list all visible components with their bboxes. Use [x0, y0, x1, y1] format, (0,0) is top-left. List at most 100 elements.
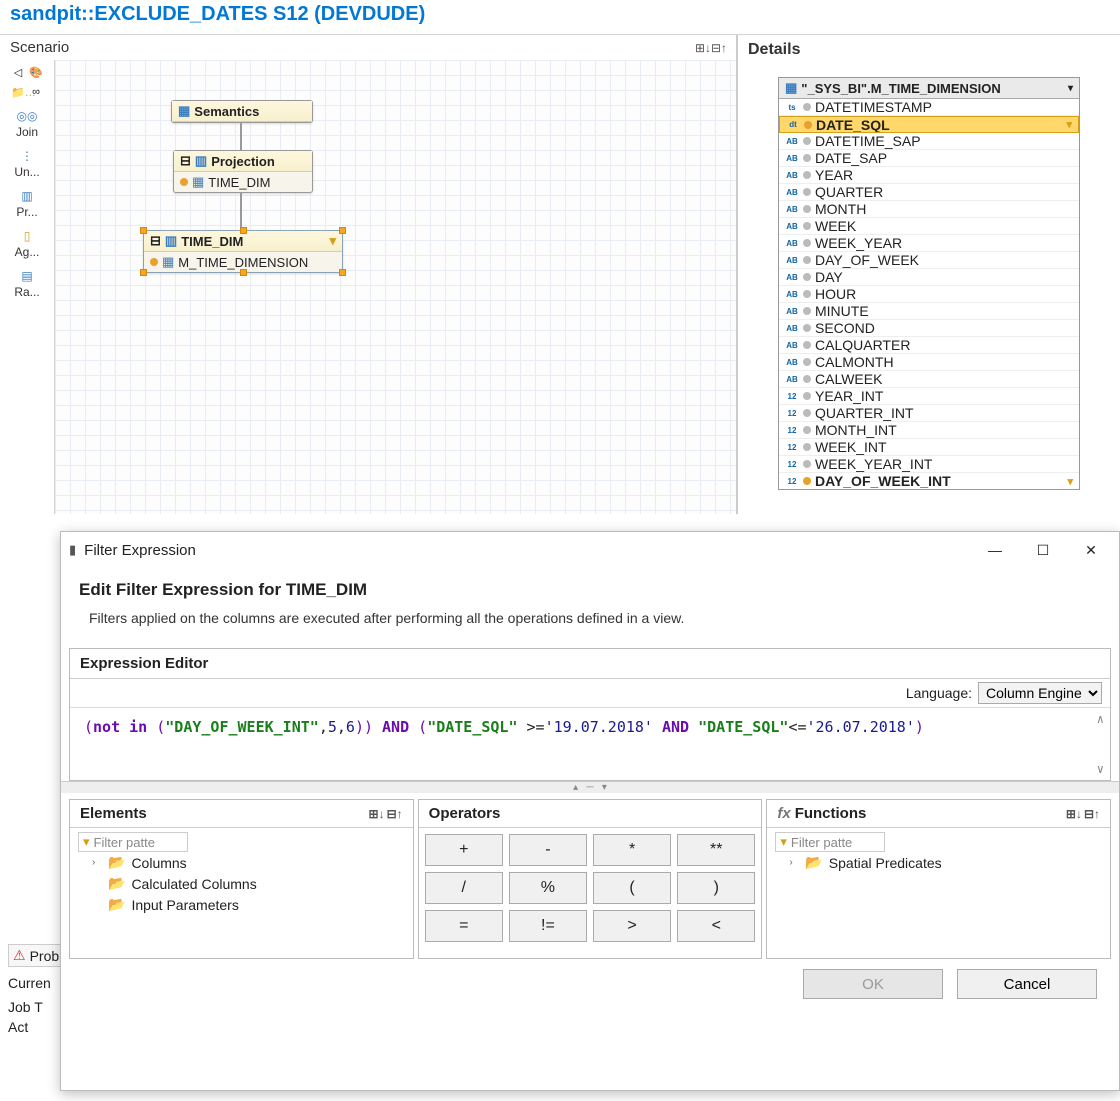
selection-handle[interactable]	[339, 269, 346, 276]
operator-button[interactable]: +	[425, 834, 503, 866]
column-list-header[interactable]: ▦ "_SYS_BI".M_TIME_DIMENSION ▾	[779, 78, 1079, 99]
gripper-handle[interactable]: ▴ ─ ▾	[573, 782, 607, 793]
column-row[interactable]: 12WEEK_YEAR_INT	[779, 456, 1079, 473]
node-timedim[interactable]: ⊟▥TIME_DIM▾ ▦M_TIME_DIMENSION	[143, 230, 343, 273]
folder-icon: 📂	[108, 896, 125, 913]
operator-button[interactable]: !=	[509, 910, 587, 942]
collapse-icon[interactable]: ⊟↑	[1084, 807, 1100, 821]
functions-filter-input[interactable]: ▾Filter patte	[775, 832, 885, 852]
language-select[interactable]: Column Engine	[978, 682, 1102, 704]
type-badge: AB	[785, 205, 799, 214]
scenario-canvas[interactable]: ▦Semantics ⊟▥Projection ▦TIME_DIM ⊟▥TIME…	[55, 60, 736, 514]
filter-placeholder: Filter patte	[94, 835, 155, 850]
operator-button[interactable]: /	[425, 872, 503, 904]
column-row[interactable]: ABDATE_SAP	[779, 150, 1079, 167]
cancel-button[interactable]: Cancel	[957, 969, 1097, 999]
column-name: MONTH_INT	[815, 422, 897, 438]
elements-filter-input[interactable]: ▾Filter patte	[78, 832, 188, 852]
column-row[interactable]: 12QUARTER_INT	[779, 405, 1079, 422]
dropdown-icon[interactable]: ▾	[1068, 83, 1073, 94]
close-button[interactable]: ✕	[1071, 536, 1111, 564]
column-name: WEEK_INT	[815, 439, 887, 455]
type-badge: AB	[785, 222, 799, 231]
operator-button[interactable]: *	[593, 834, 671, 866]
operator-button[interactable]: >	[593, 910, 671, 942]
status-ball-icon	[803, 341, 811, 349]
details-panel: Details ▦ "_SYS_BI".M_TIME_DIMENSION ▾ t…	[738, 35, 1120, 514]
column-row[interactable]: 12YEAR_INT	[779, 388, 1079, 405]
selection-handle[interactable]	[240, 227, 247, 234]
scenario-panel: Scenario ⊞↓ ⊟↑ ◁ 🎨 📁… ∞ ◎◎ Join	[0, 35, 738, 514]
column-row[interactable]: ABCALQUARTER	[779, 337, 1079, 354]
link-icon[interactable]: ∞	[29, 86, 43, 100]
expand-icon[interactable]: ⊞↓	[369, 807, 385, 821]
column-row[interactable]: ABSECOND	[779, 320, 1079, 337]
column-row[interactable]: ABDAY_OF_WEEK	[779, 252, 1079, 269]
expand-icon[interactable]: ⊞↓	[696, 41, 710, 55]
operator-button[interactable]: =	[425, 910, 503, 942]
tree-item[interactable]: ›📂Columns	[78, 852, 405, 873]
tree-item[interactable]: 📂Input Parameters	[78, 894, 405, 915]
operator-button[interactable]: **	[677, 834, 755, 866]
status-ball-icon	[803, 392, 811, 400]
column-row[interactable]: ABWEEK	[779, 218, 1079, 235]
tree-item[interactable]: 📂Calculated Columns	[78, 873, 405, 894]
ok-button[interactable]: OK	[803, 969, 943, 999]
collapse-icon[interactable]: ⊟↑	[712, 41, 726, 55]
minimize-button[interactable]: —	[975, 536, 1015, 564]
node-semantics[interactable]: ▦Semantics	[171, 100, 313, 123]
column-row[interactable]: ABYEAR	[779, 167, 1079, 184]
column-row[interactable]: 12MONTH_INT	[779, 422, 1079, 439]
operator-button[interactable]: <	[677, 910, 755, 942]
column-row[interactable]: ABCALWEEK	[779, 371, 1079, 388]
column-row[interactable]: 12WEEK_INT	[779, 439, 1079, 456]
minus-icon[interactable]: ⊟	[180, 153, 191, 169]
column-row[interactable]: ABMONTH	[779, 201, 1079, 218]
problems-tab[interactable]: ⚠Prob	[8, 944, 62, 967]
sidebar-item-union[interactable]: ⋮ Un...	[2, 144, 52, 182]
expression-textarea[interactable]: (not in ("DAY_OF_WEEK_INT",5,6)) AND ("D…	[70, 708, 1110, 780]
warning-icon: ⚠	[13, 947, 26, 964]
folder-icon[interactable]: 📁…	[11, 86, 25, 100]
operator-button[interactable]: -	[509, 834, 587, 866]
operator-button[interactable]: (	[593, 872, 671, 904]
column-row[interactable]: tsDATETIMESTAMP	[779, 99, 1079, 116]
rank-icon: ▤	[18, 267, 36, 285]
column-name: HOUR	[815, 286, 856, 302]
sidebar-item-join[interactable]: ◎◎ Join	[2, 104, 52, 142]
column-row[interactable]: ABHOUR	[779, 286, 1079, 303]
selection-handle[interactable]	[140, 227, 147, 234]
column-row[interactable]: dtDATE_SQL▾	[779, 116, 1079, 133]
scroll-up-icon[interactable]: ∧	[1097, 712, 1104, 726]
selection-handle[interactable]	[339, 227, 346, 234]
maximize-button[interactable]: ☐	[1023, 536, 1063, 564]
sidebar-item-projection[interactable]: ▥ Pr...	[2, 184, 52, 222]
back-icon[interactable]: ◁	[11, 66, 25, 80]
operator-button[interactable]: %	[509, 872, 587, 904]
selection-handle[interactable]	[240, 269, 247, 276]
column-row[interactable]: 12DAY_OF_WEEK_INT▾	[779, 473, 1079, 489]
sidebar-item-rank[interactable]: ▤ Ra...	[2, 264, 52, 302]
node-projection[interactable]: ⊟▥Projection ▦TIME_DIM	[173, 150, 313, 193]
minus-icon[interactable]: ⊟	[150, 233, 161, 249]
column-row[interactable]: ABQUARTER	[779, 184, 1079, 201]
palette-icon[interactable]: 🎨	[29, 66, 43, 80]
collapse-icon[interactable]: ⊟↑	[387, 807, 403, 821]
sidebar-item-aggregation[interactable]: ▯ Ag...	[2, 224, 52, 262]
type-badge: AB	[785, 137, 799, 146]
operator-button[interactable]: )	[677, 872, 755, 904]
expand-icon[interactable]: ⊞↓	[1066, 807, 1082, 821]
column-row[interactable]: ABDAY	[779, 269, 1079, 286]
column-row[interactable]: ABWEEK_YEAR	[779, 235, 1079, 252]
status-ball-icon	[803, 409, 811, 417]
column-row[interactable]: ABCALMONTH	[779, 354, 1079, 371]
language-label: Language:	[906, 685, 972, 701]
elements-title: Elements	[80, 805, 147, 822]
column-row[interactable]: ABDATETIME_SAP	[779, 133, 1079, 150]
tree-item[interactable]: ›📂Spatial Predicates	[775, 852, 1102, 873]
type-badge: 12	[785, 409, 799, 418]
column-row[interactable]: ABMINUTE	[779, 303, 1079, 320]
selection-handle[interactable]	[140, 269, 147, 276]
scroll-down-icon[interactable]: ∨	[1097, 762, 1104, 776]
operators-title: Operators	[429, 805, 501, 822]
